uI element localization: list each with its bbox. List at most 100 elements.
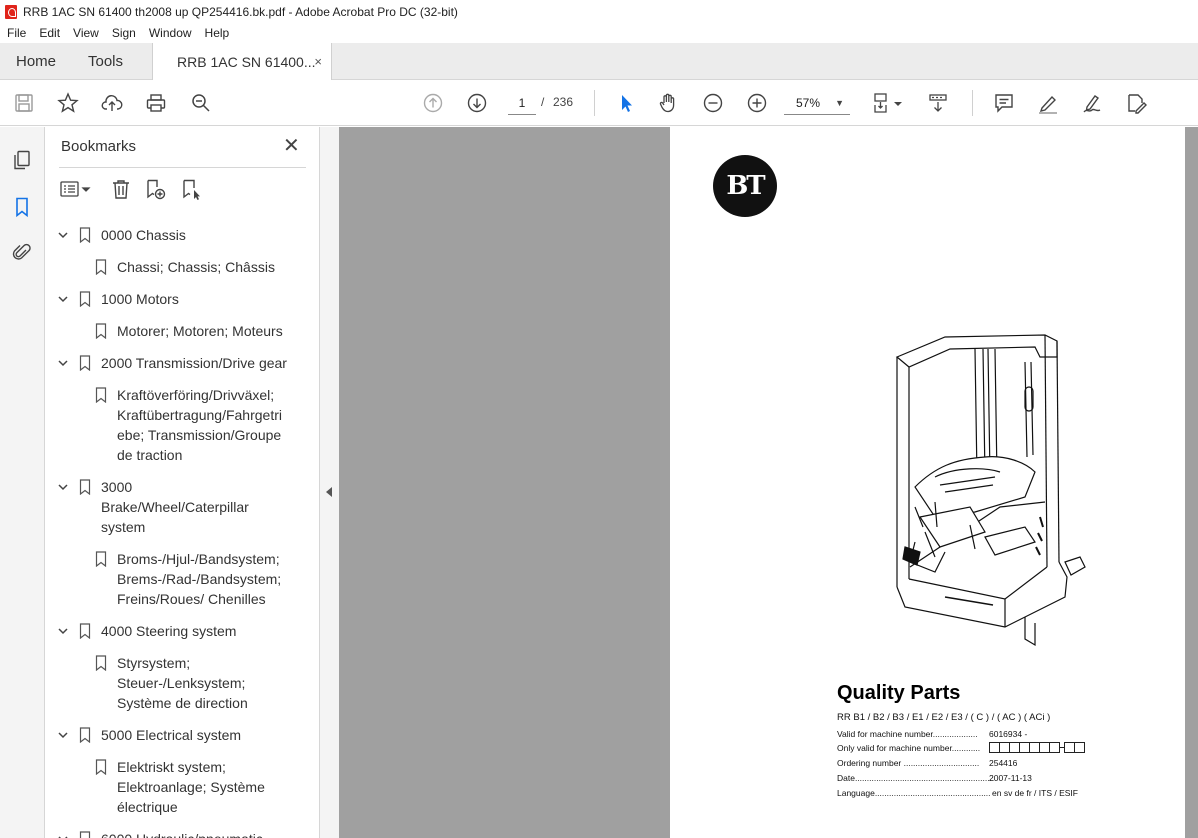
scroll-mode-icon[interactable]	[926, 91, 950, 115]
bookmark-subitem[interactable]: Elektriskt system; Elektroanlage; Système…	[45, 757, 297, 817]
save-icon[interactable]	[12, 91, 36, 115]
bookmark-icon	[79, 623, 91, 639]
bookmark-subitem[interactable]: Motorer; Motoren; Moteurs	[45, 321, 297, 341]
bookmark-item[interactable]: 2000 Transmission/Drive gear	[45, 353, 297, 373]
search-zoom-icon[interactable]	[189, 91, 213, 115]
print-icon[interactable]	[144, 91, 168, 115]
info-value: 2007-11-13	[989, 773, 1032, 783]
menu-window[interactable]: Window	[142, 26, 198, 40]
zoom-in-icon[interactable]	[745, 91, 769, 115]
main-toolbar: 1 / 236 57% ▼	[0, 80, 1198, 126]
fit-page-icon[interactable]	[870, 91, 894, 115]
bookmark-label-line: 2000 Transmission/Drive gear	[101, 355, 287, 371]
tab-close-icon[interactable]: ×	[314, 54, 322, 69]
info-label: Date....................................…	[837, 773, 995, 783]
bookmark-icon	[95, 259, 107, 275]
zoom-select[interactable]: 57% ▼	[784, 91, 850, 115]
bookmark-icon	[79, 727, 91, 743]
comment-icon[interactable]	[992, 91, 1016, 115]
menu-file[interactable]: File	[0, 26, 32, 40]
zoom-out-icon[interactable]	[701, 91, 725, 115]
select-arrow-icon[interactable]	[614, 91, 638, 115]
star-icon[interactable]	[56, 91, 80, 115]
toolbar-divider	[594, 90, 595, 116]
tab-document-label: RRB 1AC SN 61400...	[177, 54, 316, 70]
options-menu-icon[interactable]	[59, 177, 95, 201]
hand-icon[interactable]	[656, 91, 680, 115]
new-bookmark-icon[interactable]	[143, 177, 167, 201]
chevron-down-icon[interactable]	[57, 357, 69, 369]
bookmark-item[interactable]: 5000 Electrical system	[45, 725, 297, 745]
pdf-page: BT Quality Parts RR B1 / B2 / B3 / E1 / …	[670, 127, 1185, 838]
bookmark-subitem[interactable]: Kraftöverföring/Drivväxel; Kraftübertragu…	[45, 385, 297, 465]
upload-icon[interactable]	[100, 91, 124, 115]
fit-page-dropdown-icon[interactable]	[893, 91, 903, 115]
bookmark-label-line: Chassi; Chassis; Châssis	[117, 259, 275, 275]
bookmark-item[interactable]: 0000 Chassis	[45, 225, 297, 245]
bookmark-label-line: system	[101, 519, 146, 535]
bookmark-icon	[79, 355, 91, 371]
bookmark-label: 1000 Motors	[101, 289, 179, 309]
chevron-down-icon[interactable]	[57, 625, 69, 637]
next-page-icon[interactable]	[465, 91, 489, 115]
sign-icon[interactable]	[1080, 91, 1104, 115]
bookmark-label-line: 3000	[101, 479, 133, 495]
bookmark-subitem[interactable]: Broms-/Hjul-/Bandsystem; Brems-/Rad-/Band…	[45, 549, 297, 609]
bookmark-label: 2000 Transmission/Drive gear	[101, 353, 287, 373]
tab-home[interactable]: Home	[16, 43, 56, 80]
reach-truck-illustration	[895, 334, 1086, 647]
info-value: 6016934 -	[989, 729, 1028, 739]
info-value: 254416	[989, 758, 1018, 768]
zoom-value: 57%	[796, 96, 821, 110]
menu-sign[interactable]: Sign	[105, 26, 142, 40]
tab-document[interactable]: RRB 1AC SN 61400... ×	[152, 43, 332, 81]
attachments-icon[interactable]	[10, 240, 34, 264]
bookmarks-icon[interactable]	[10, 195, 34, 219]
menu-view[interactable]: View	[66, 26, 105, 40]
collapse-panel-icon[interactable]	[326, 487, 332, 497]
bookmark-label-line: Elektriskt system;	[117, 759, 226, 775]
bookmarks-toolbar	[59, 175, 306, 205]
bookmark-icon	[79, 291, 91, 307]
highlight-icon[interactable]	[1036, 91, 1060, 115]
bookmark-label: Motorer; Motoren; Moteurs	[117, 321, 283, 341]
bookmark-subitem[interactable]: Chassi; Chassis; Châssis	[45, 257, 297, 277]
document-viewport[interactable]: BT Quality Parts RR B1 / B2 / B3 / E1 / …	[339, 127, 1198, 838]
chevron-down-icon[interactable]	[57, 481, 69, 493]
bookmark-subitem[interactable]: Styrsystem; Steuer-/Lenksystem; Système de…	[45, 653, 297, 713]
panel-splitter[interactable]	[320, 127, 339, 838]
page-separator: /	[541, 95, 545, 109]
bookmark-label: 4000 Steering system	[101, 621, 236, 641]
chevron-down-icon[interactable]	[57, 229, 69, 241]
bookmark-item[interactable]: 3000 Brake/Wheel/Caterpillar system	[45, 477, 297, 537]
info-value: en sv de fr / ITS / ESIF	[992, 788, 1078, 798]
bookmark-label-line: ebe; Transmission/Groupe	[117, 427, 282, 443]
bookmark-label-line: de traction	[117, 447, 183, 463]
bookmark-label-line: Système de direction	[117, 695, 248, 711]
bookmark-label-line: Motorer; Motoren; Moteurs	[117, 323, 283, 339]
edit-pdf-icon[interactable]	[1124, 91, 1148, 115]
bookmark-label: 3000 Brake/Wheel/Caterpillar system	[101, 477, 249, 537]
bookmark-label-line: Brake/Wheel/Caterpillar	[101, 499, 249, 515]
find-bookmark-icon[interactable]	[179, 177, 203, 201]
left-rail	[0, 127, 45, 838]
menu-edit[interactable]: Edit	[32, 26, 66, 40]
bookmark-label: Kraftöverföring/Drivväxel; Kraftübertragu…	[117, 385, 282, 465]
page-thumbnails-icon[interactable]	[10, 148, 34, 172]
bookmark-item[interactable]: 6000 Hydraulic/pneumaticsystem	[45, 829, 297, 838]
chevron-down-icon[interactable]	[57, 293, 69, 305]
page-number-input[interactable]: 1	[508, 91, 536, 115]
delete-icon[interactable]	[109, 177, 133, 201]
bookmark-item[interactable]: 4000 Steering system	[45, 621, 297, 641]
info-label: Only valid for machine number...........…	[837, 743, 981, 753]
bookmark-item[interactable]: 1000 Motors	[45, 289, 297, 309]
chevron-down-icon[interactable]	[57, 833, 69, 838]
prev-page-icon[interactable]	[421, 91, 445, 115]
bookmark-icon	[95, 387, 107, 403]
bookmark-label-line: électrique	[117, 799, 178, 815]
close-icon[interactable]: ✕	[283, 136, 300, 156]
tab-tools[interactable]: Tools	[88, 43, 123, 80]
menu-help[interactable]: Help	[198, 26, 236, 40]
chevron-down-icon[interactable]	[57, 729, 69, 741]
bookmark-label-line: 0000 Chassis	[101, 227, 186, 243]
